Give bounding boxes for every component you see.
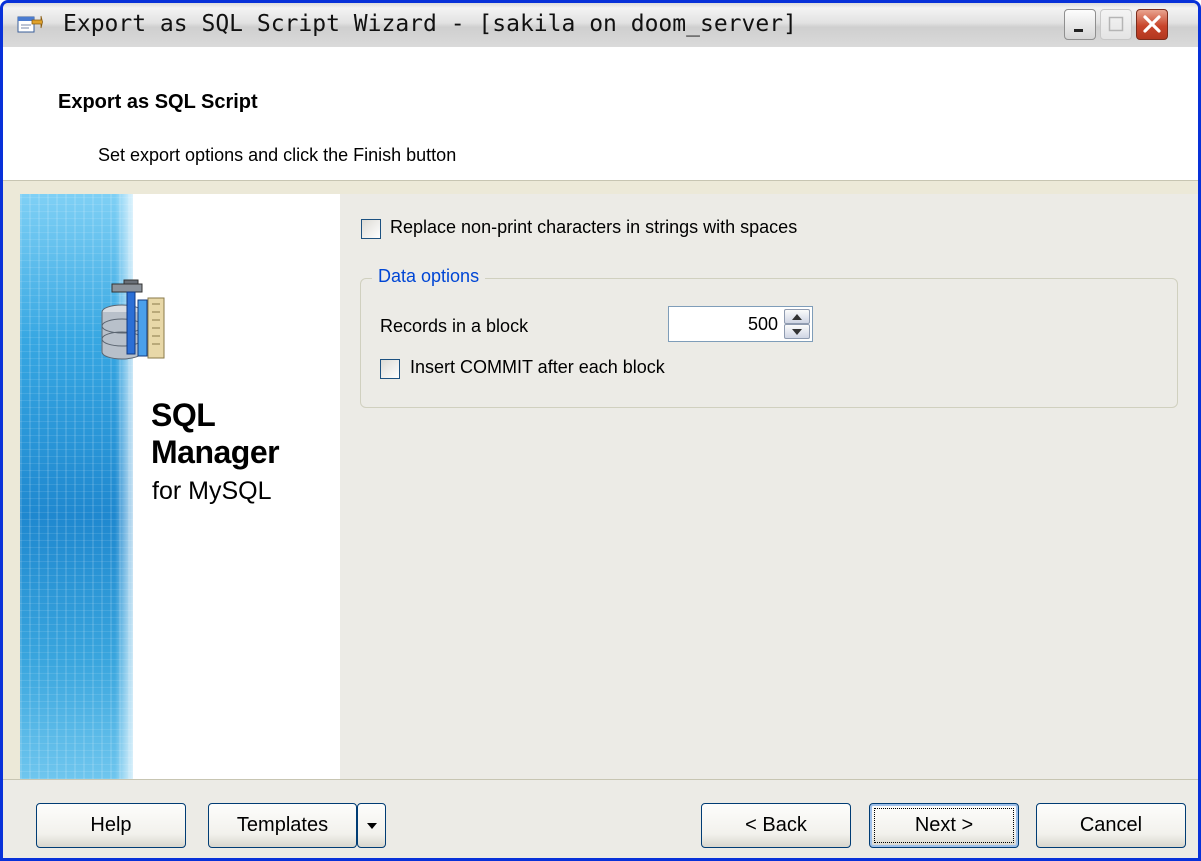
close-button[interactable] bbox=[1136, 9, 1168, 40]
page-title: Export as SQL Script bbox=[58, 91, 258, 113]
cancel-button[interactable]: Cancel bbox=[1036, 803, 1186, 848]
templates-button[interactable]: Templates bbox=[208, 803, 357, 848]
page-subtitle: Set export options and click the Finish … bbox=[98, 145, 457, 165]
options-panel: Replace non-print characters in strings … bbox=[340, 194, 1198, 779]
wizard-header: Export as SQL Script Set export options … bbox=[3, 47, 1198, 181]
arrow-up-icon bbox=[792, 313, 802, 320]
wizard-footer: Help Templates < Back Next > Cancel bbox=[3, 779, 1198, 858]
next-button[interactable]: Next > bbox=[869, 803, 1019, 848]
minimize-button[interactable] bbox=[1064, 9, 1096, 40]
insert-commit-checkbox[interactable] bbox=[380, 359, 400, 379]
brand-line-2: Manager bbox=[151, 434, 280, 470]
back-button[interactable]: < Back bbox=[701, 803, 851, 848]
title-bar[interactable]: Export as SQL Script Wizard - [sakila on… bbox=[3, 3, 1198, 48]
maximize-button[interactable] bbox=[1100, 9, 1132, 40]
minimize-icon bbox=[1074, 29, 1083, 32]
export-wizard-icon bbox=[17, 15, 43, 33]
records-in-block-spinner[interactable]: 500 bbox=[668, 306, 813, 342]
insert-commit-label[interactable]: Insert COMMIT after each block bbox=[410, 357, 665, 378]
chevron-down-icon bbox=[366, 822, 377, 829]
database-tools-icon bbox=[101, 279, 165, 360]
records-in-block-value[interactable]: 500 bbox=[748, 314, 778, 335]
window-title: Export as SQL Script Wizard - [sakila on… bbox=[63, 11, 797, 37]
product-banner: SQL Manager for MySQL bbox=[20, 194, 340, 779]
data-options-group bbox=[360, 278, 1178, 408]
brand-line-3: for MySQL bbox=[152, 477, 272, 505]
data-options-legend: Data options bbox=[372, 266, 486, 287]
replace-nonprint-checkbox[interactable] bbox=[361, 219, 381, 239]
arrow-down-icon bbox=[792, 328, 802, 335]
maximize-icon bbox=[1108, 16, 1124, 32]
wizard-window: Export as SQL Script Wizard - [sakila on… bbox=[0, 0, 1201, 861]
replace-nonprint-label[interactable]: Replace non-print characters in strings … bbox=[390, 217, 797, 238]
close-icon bbox=[1143, 15, 1161, 33]
records-in-block-label: Records in a block bbox=[380, 316, 529, 336]
brand-line-1: SQL bbox=[151, 397, 216, 433]
templates-dropdown-button[interactable] bbox=[357, 803, 386, 848]
spin-down-button[interactable] bbox=[784, 324, 810, 339]
spin-up-button[interactable] bbox=[784, 309, 810, 324]
help-button[interactable]: Help bbox=[36, 803, 186, 848]
